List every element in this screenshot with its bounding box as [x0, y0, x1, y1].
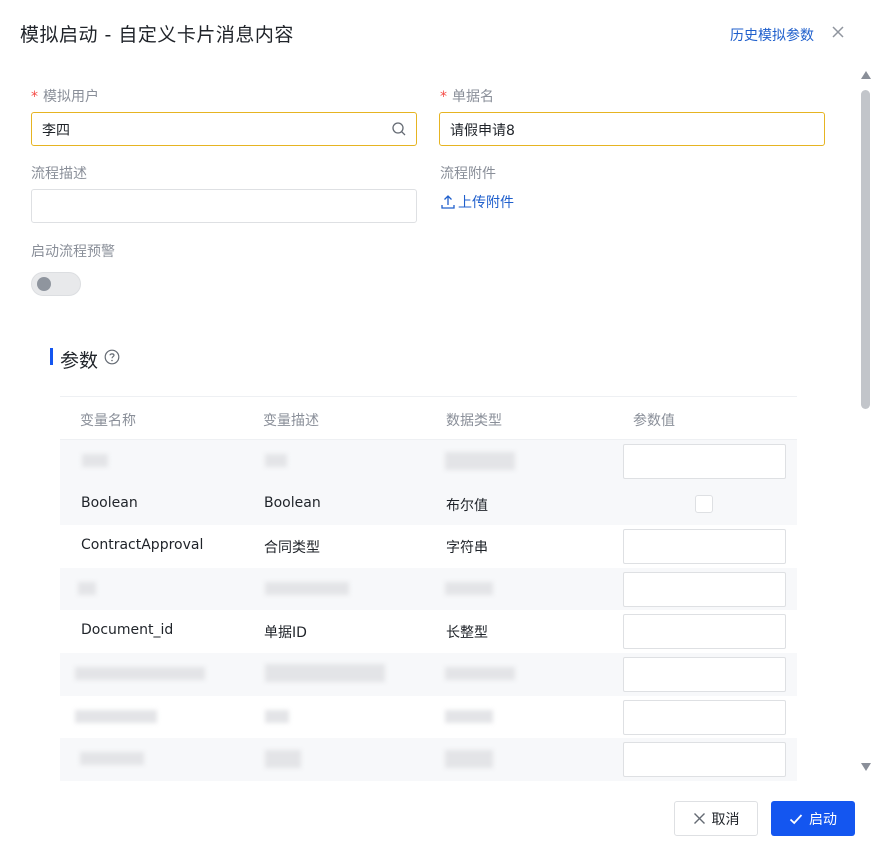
warning-label: 启动流程预警 — [31, 244, 115, 260]
param-value-input[interactable] — [623, 444, 786, 479]
scrollbar-thumb[interactable] — [861, 90, 870, 409]
blurred-text — [82, 454, 108, 467]
column-header-desc: 变量描述 — [263, 413, 319, 429]
warning-toggle[interactable] — [31, 272, 81, 296]
check-icon — [789, 813, 803, 824]
param-value-input[interactable] — [623, 656, 786, 692]
table-row — [60, 696, 797, 739]
upload-icon — [441, 195, 455, 209]
cancel-button[interactable]: 取消 — [674, 801, 758, 836]
desc-input[interactable] — [31, 189, 417, 223]
doc-name-label: * 单据名 — [440, 86, 494, 106]
blurred-text — [75, 666, 205, 680]
params-section-title: 参数 — [60, 350, 99, 372]
param-desc: 单据ID — [264, 625, 307, 642]
close-icon — [693, 813, 705, 824]
table-row: Document_id 单据ID 长整型 — [60, 610, 797, 653]
user-input-value: 李四 — [42, 123, 70, 139]
table-row: Boolean Boolean 布尔值 — [60, 482, 797, 526]
params-table: 变量名称 变量描述 数据类型 参数值 Boolean Boolean 布尔值 C… — [60, 396, 797, 781]
upload-label: 上传附件 — [458, 195, 514, 211]
toggle-knob — [37, 277, 51, 291]
param-type: 长整型 — [446, 625, 488, 642]
param-desc: Boolean — [264, 494, 321, 511]
table-row — [60, 567, 797, 611]
dialog-title: 模拟启动 - 自定义卡片消息内容 — [20, 24, 294, 46]
param-value-input[interactable] — [623, 614, 786, 650]
required-mark: * — [31, 89, 38, 105]
blurred-text — [265, 709, 289, 723]
param-desc: 合同类型 — [264, 540, 320, 557]
param-name: Document_id — [81, 622, 174, 639]
blurred-text — [265, 454, 287, 467]
upload-attachment-link[interactable]: 上传附件 — [440, 192, 514, 212]
param-value-input[interactable] — [623, 742, 786, 778]
blurred-text — [80, 752, 144, 766]
blurred-text — [445, 666, 515, 680]
required-mark: * — [440, 89, 447, 105]
doc-name-input[interactable]: 请假申请8 — [439, 112, 825, 146]
column-header-type: 数据类型 — [446, 413, 502, 429]
column-header-value: 参数值 — [633, 413, 675, 429]
param-value-checkbox[interactable] — [695, 494, 713, 513]
param-value-input[interactable] — [623, 529, 786, 565]
blurred-text — [445, 452, 515, 470]
section-accent-bar — [50, 348, 53, 365]
desc-label: 流程描述 — [31, 166, 87, 182]
scroll-down-arrow-icon[interactable] — [860, 762, 872, 772]
blurred-text — [265, 750, 301, 769]
table-row — [60, 440, 797, 483]
blurred-text — [265, 581, 349, 595]
table-row — [60, 652, 797, 696]
table-row — [60, 738, 797, 781]
table-header: 变量名称 变量描述 数据类型 参数值 — [60, 396, 797, 440]
param-type: 布尔值 — [446, 497, 488, 514]
param-name: Boolean — [81, 494, 138, 511]
history-params-link[interactable]: 历史模拟参数 — [730, 25, 814, 45]
help-icon[interactable] — [104, 349, 120, 365]
doc-name-label-text: 单据名 — [452, 89, 494, 105]
blurred-text — [445, 709, 493, 723]
blurred-text — [75, 709, 157, 723]
blurred-text — [265, 663, 385, 682]
param-type: 字符串 — [446, 540, 488, 557]
attachment-label: 流程附件 — [440, 166, 496, 182]
start-button[interactable]: 启动 — [771, 801, 855, 836]
start-label: 启动 — [809, 811, 837, 828]
blurred-text — [445, 750, 493, 769]
param-value-input[interactable] — [623, 571, 786, 607]
param-value-input[interactable] — [623, 699, 786, 735]
cancel-label: 取消 — [711, 811, 740, 828]
column-header-name: 变量名称 — [80, 413, 136, 429]
scroll-up-arrow-icon[interactable] — [860, 70, 872, 80]
search-icon[interactable] — [391, 121, 407, 137]
doc-name-value: 请假申请8 — [450, 123, 515, 139]
blurred-text — [445, 581, 493, 595]
user-label: * 模拟用户 — [31, 86, 99, 106]
param-name: ContractApproval — [81, 537, 204, 554]
blurred-text — [78, 581, 96, 595]
simulate-start-dialog: 模拟启动 - 自定义卡片消息内容 历史模拟参数 * 模拟用户 李四 * 单据名 请假… — [0, 0, 873, 849]
table-row: ContractApproval 合同类型 字符串 — [60, 525, 797, 568]
user-search-input[interactable]: 李四 — [31, 112, 417, 146]
close-icon[interactable] — [830, 24, 846, 40]
user-label-text: 模拟用户 — [43, 89, 99, 105]
